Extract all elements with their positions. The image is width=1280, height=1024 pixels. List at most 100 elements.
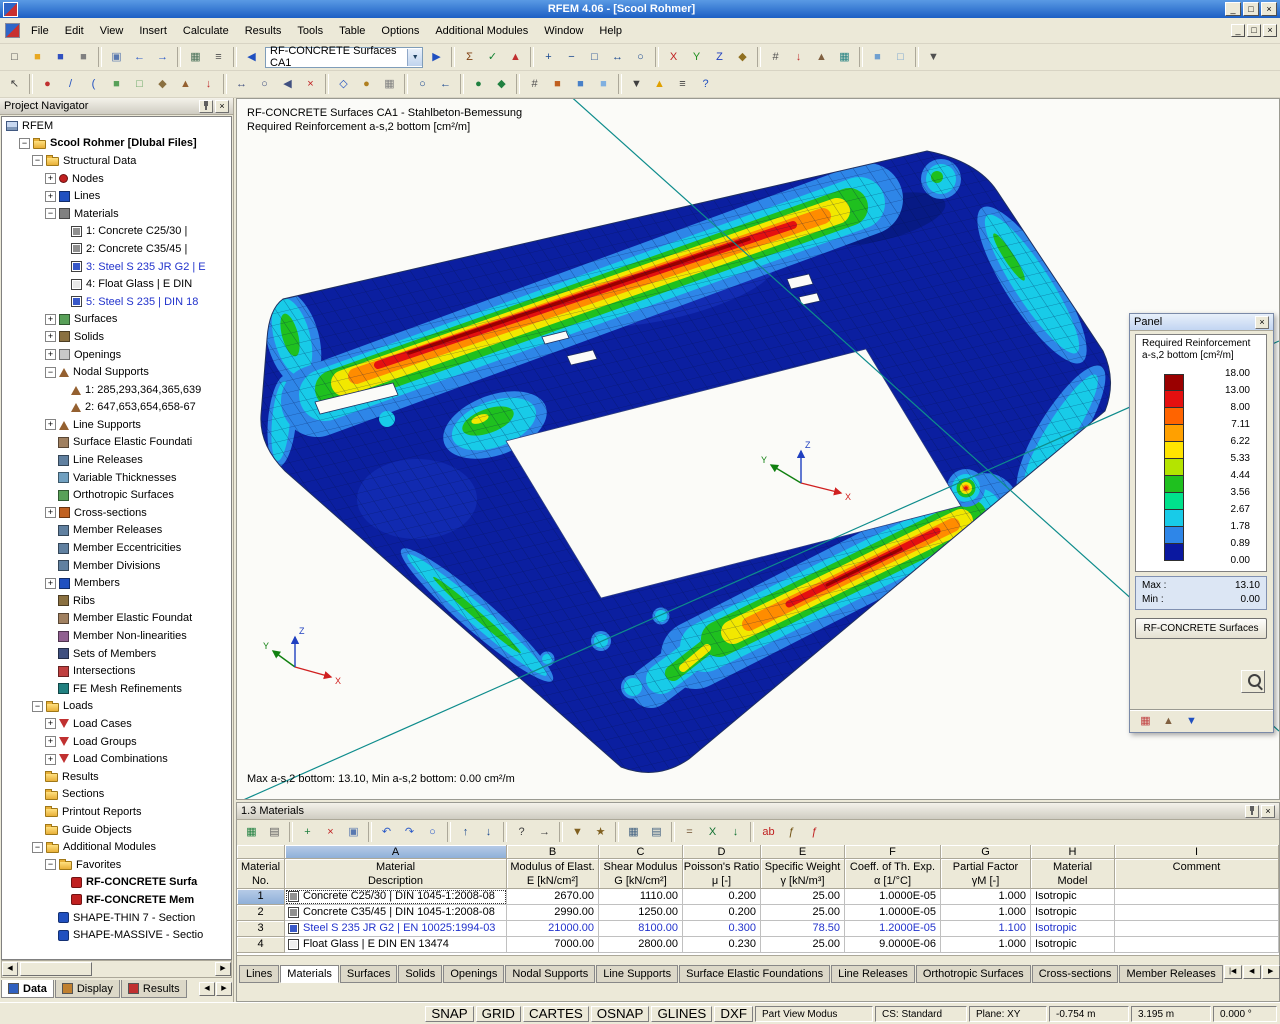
table-tab-scroll-1[interactable]: ◀ [1242, 965, 1261, 979]
cell-value[interactable]: 21000.00 [507, 921, 599, 937]
cell-value[interactable]: 2800.00 [599, 937, 683, 953]
cell-value[interactable]: 7000.00 [507, 937, 599, 953]
tree-item[interactable]: RF-CONCRETE Surfa [2, 874, 231, 892]
edit-move-button[interactable]: ↔ [230, 73, 253, 95]
cell-value[interactable]: 0.230 [683, 937, 761, 953]
goto-button[interactable]: → [533, 821, 556, 843]
tree-expand-icon[interactable]: − [32, 155, 43, 167]
view-y-button[interactable]: Y [685, 46, 708, 68]
menu-window[interactable]: Window [536, 21, 591, 41]
copy-button[interactable]: ▣ [105, 46, 128, 68]
cell-material-model[interactable]: Isotropic [1031, 921, 1115, 937]
table-refresh-button[interactable]: ○ [421, 821, 444, 843]
navigator-close-button[interactable]: × [215, 99, 229, 113]
menu-file[interactable]: File [23, 21, 57, 41]
cell-description[interactable]: Concrete C35/45 | DIN 1045-1:2008-08 [285, 905, 507, 921]
zoom-all-button[interactable]: ○ [411, 73, 434, 95]
cell-value[interactable]: 0.200 [683, 905, 761, 921]
tree-expand-icon[interactable]: − [45, 366, 56, 378]
tree-item[interactable]: + Load Combinations [2, 750, 231, 768]
menu-options[interactable]: Options [373, 21, 427, 41]
cell-comment[interactable] [1115, 889, 1279, 905]
tree-item[interactable]: RF-CONCRETE Mem [2, 891, 231, 909]
cell-value[interactable]: 1.000 [941, 889, 1031, 905]
select-special-button[interactable]: ★ [589, 821, 612, 843]
visibility-all-button[interactable]: ● [467, 73, 490, 95]
render-wireframe-button[interactable]: □ [889, 46, 912, 68]
render-mode-button[interactable]: ■ [569, 73, 592, 95]
cell-description[interactable]: Steel S 235 JR G2 | EN 10025:1994-03 [285, 921, 507, 937]
tree-item[interactable]: + Cross-sections [2, 504, 231, 522]
tree-expand-icon[interactable]: + [45, 753, 56, 765]
table-tab-scroll-0[interactable]: |◀ [1223, 965, 1242, 979]
next-load-case-button[interactable]: ▶ [425, 46, 448, 68]
tree-item[interactable]: − Structural Data [2, 152, 231, 170]
tree-item[interactable]: Line Releases [2, 451, 231, 469]
new-line-button[interactable]: / [59, 73, 82, 95]
menu-additional-modules[interactable]: Additional Modules [427, 21, 536, 41]
tabs-scroll-left-icon[interactable]: ◀ [199, 982, 215, 996]
help-button[interactable]: ? [694, 73, 717, 95]
statusbar-toggle-dxf[interactable]: DXF [714, 1005, 753, 1022]
tree-item[interactable]: − Scool Rohmer [Dlubal Files] [2, 135, 231, 153]
tree-expand-icon[interactable]: − [19, 137, 30, 149]
cell-value[interactable]: 2670.00 [507, 889, 599, 905]
display-properties-button[interactable]: ▼ [922, 46, 945, 68]
tree-expand-icon[interactable]: + [45, 313, 56, 325]
undo-button[interactable]: ← [128, 46, 151, 68]
cell-description[interactable]: Concrete C25/30 | DIN 1045-1:2008-08 [285, 889, 507, 905]
tree-item[interactable]: Orthotropic Surfaces [2, 486, 231, 504]
rotate-view-button[interactable]: ○ [629, 46, 652, 68]
import-data-button[interactable]: ↓ [724, 821, 747, 843]
table-tab-orthotropic-surfaces[interactable]: Orthotropic Surfaces [915, 965, 1031, 983]
scroll-right-icon[interactable]: ▶ [215, 962, 231, 976]
calculator-button[interactable]: = [678, 821, 701, 843]
statusbar-toggle-osnap[interactable]: OSNAP [590, 1005, 650, 1022]
column-letter-I[interactable]: I [1115, 845, 1279, 859]
tree-expand-icon[interactable]: + [45, 736, 56, 748]
menu-view[interactable]: View [92, 21, 132, 41]
model-viewport[interactable]: X Y Z X Y Z RF-CONCRETE Surfaces CA1 - S… [236, 98, 1280, 800]
table-tab-openings[interactable]: Openings [443, 965, 505, 983]
tabs-scroll-right-icon[interactable]: ▶ [216, 982, 232, 996]
statusbar-toggle-snap[interactable]: SNAP [425, 1005, 474, 1022]
menu-table[interactable]: Table [331, 21, 373, 41]
cell-value[interactable]: 1.000 [941, 937, 1031, 953]
tree-item[interactable]: 2: Concrete C35/45 | [2, 240, 231, 258]
new-arc-button[interactable]: ( [82, 73, 105, 95]
tree-expand-icon[interactable]: + [45, 190, 56, 202]
column-letter-A[interactable]: A [285, 845, 507, 859]
tree-item[interactable]: + Load Cases [2, 715, 231, 733]
cell-value[interactable]: 1.2000E-05 [845, 921, 941, 937]
new-file-button[interactable]: □ [3, 46, 26, 68]
statusbar-toggle-glines[interactable]: GLINES [651, 1005, 713, 1022]
table-grid-button[interactable]: ▦ [622, 821, 645, 843]
view-z-button[interactable]: Z [708, 46, 731, 68]
mdi-minimize-button[interactable]: _ [1231, 24, 1245, 37]
cell-value[interactable]: 1.0000E-05 [845, 905, 941, 921]
panel-colors-button[interactable]: ▦ [1134, 710, 1157, 732]
cell-value[interactable]: 1.0000E-05 [845, 889, 941, 905]
zoom-previous-button[interactable]: ← [434, 73, 457, 95]
numbering-toggle-button[interactable]: # [523, 73, 546, 95]
tree-item[interactable]: Guide Objects [2, 821, 231, 839]
cell-value[interactable]: 1.000 [941, 905, 1031, 921]
cell-material-model[interactable]: Isotropic [1031, 889, 1115, 905]
find-button[interactable]: ? [510, 821, 533, 843]
column-letter-B[interactable]: B [507, 845, 599, 859]
table-tab-member-releases[interactable]: Member Releases [1119, 965, 1223, 983]
menu-calculate[interactable]: Calculate [175, 21, 237, 41]
table-tab-materials[interactable]: Materials [280, 965, 339, 983]
load-case-combo[interactable]: RF-CONCRETE Surfaces CA1 ▼ [265, 45, 423, 69]
background-color-button[interactable]: ■ [592, 73, 615, 95]
tree-item[interactable]: 5: Steel S 235 | DIN 18 [2, 293, 231, 311]
tree-item[interactable]: Member Non-linearities [2, 627, 231, 645]
cell-value[interactable]: 9.0000E-06 [845, 937, 941, 953]
cell-value[interactable]: 25.00 [761, 937, 845, 953]
tree-expand-icon[interactable]: + [45, 173, 56, 185]
tree-expand-icon[interactable]: + [45, 331, 56, 343]
navigator-pin-button[interactable] [199, 99, 213, 113]
visibility-partial-button[interactable]: ◆ [490, 73, 513, 95]
tree-item[interactable]: − Additional Modules [2, 838, 231, 856]
new-surface-button[interactable]: ■ [105, 73, 128, 95]
